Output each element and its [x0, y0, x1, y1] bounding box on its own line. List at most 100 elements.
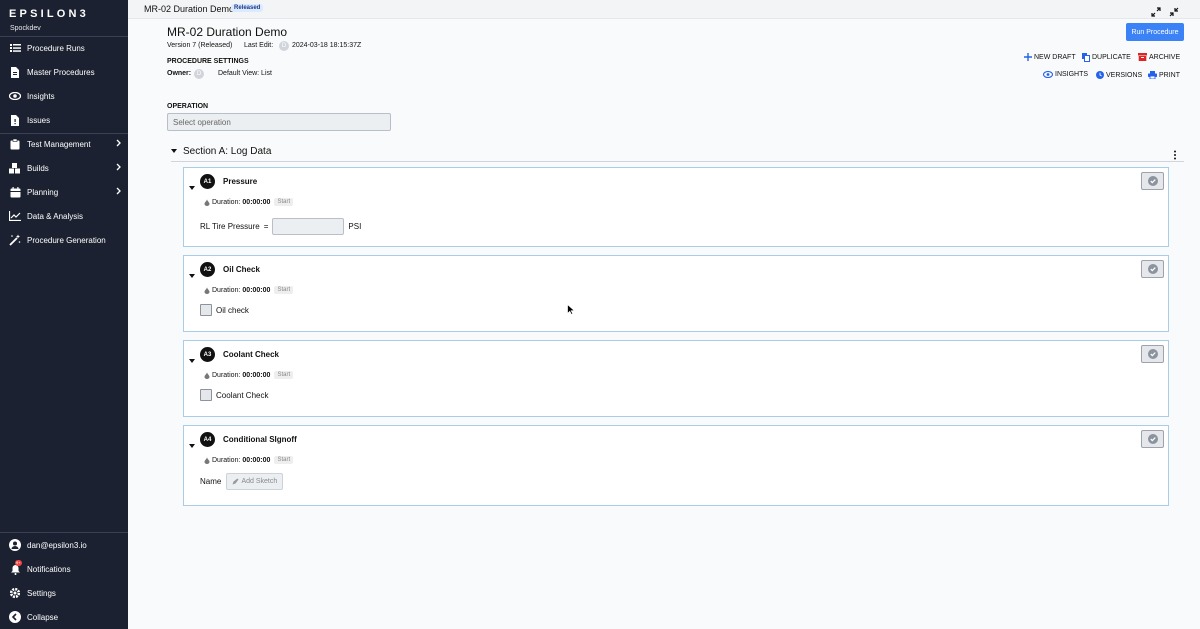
sidebar-item-label: Builds — [27, 163, 49, 173]
step-card-a4: A4 Conditional SIgnoff Duration: 00:00:0… — [183, 425, 1169, 506]
signoff-row: Name Add Sketch — [200, 473, 284, 490]
tire-pressure-input[interactable] — [272, 218, 345, 235]
sidebar-item-procedure-generation[interactable]: Procedure Generation — [0, 228, 128, 252]
add-sketch-button[interactable]: Add Sketch — [226, 473, 284, 490]
field-label: Name — [200, 477, 222, 486]
chevron-left-icon — [9, 611, 21, 623]
versions-button[interactable]: VERSIONS — [1096, 71, 1142, 79]
procedure-settings-heading: PROCEDURE SETTINGS — [167, 58, 249, 65]
logo: EPSILON3 — [9, 8, 90, 20]
caret-down-icon[interactable] — [171, 149, 177, 154]
operation-select[interactable]: Select operation — [167, 113, 391, 131]
collapse-icon[interactable] — [1169, 4, 1179, 17]
mouse-cursor — [567, 302, 576, 320]
timer-icon — [204, 286, 210, 294]
archive-button[interactable]: ARCHIVE — [1138, 53, 1180, 61]
duration-label: Duration: — [212, 456, 241, 464]
avatar[interactable]: D — [194, 69, 204, 79]
user-account[interactable]: dan@epsilon3.io — [0, 533, 128, 557]
complete-step-button[interactable] — [1141, 172, 1164, 190]
timer-icon — [204, 371, 210, 379]
sidebar-item-data-analysis[interactable]: Data & Analysis — [0, 204, 128, 228]
step-card-a2: A2 Oil Check Duration: 00:00:00 Start Oi… — [183, 255, 1169, 332]
copy-icon — [1082, 53, 1090, 62]
duration-row: Duration: 00:00:00 Start — [204, 456, 294, 464]
checkbox-label: Coolant Check — [216, 390, 269, 400]
sidebar-item-planning[interactable]: Planning — [0, 180, 128, 204]
timer-icon — [204, 456, 210, 464]
sidebar-item-insights[interactable]: Insights — [0, 84, 128, 108]
new-draft-label: NEW DRAFT — [1034, 53, 1076, 61]
more-options-icon[interactable] — [1171, 147, 1179, 160]
caret-down-icon[interactable] — [189, 266, 195, 278]
sidebar-item-label: Procedure Runs — [27, 43, 85, 53]
check-circle-icon — [1147, 176, 1158, 186]
checkbox-row[interactable]: Oil check — [200, 304, 249, 316]
duplicate-label: DUPLICATE — [1092, 54, 1131, 61]
step-title: Conditional SIgnoff — [223, 435, 297, 444]
step-number-badge: A3 — [200, 347, 215, 362]
insights-button[interactable]: INSIGHTS — [1043, 71, 1088, 78]
print-label: PRINT — [1159, 71, 1180, 79]
step-title: Coolant Check — [223, 350, 280, 359]
caret-down-icon[interactable] — [189, 178, 195, 190]
user-icon — [9, 539, 21, 551]
complete-step-button[interactable] — [1141, 260, 1164, 278]
start-timer-button[interactable]: Start — [274, 198, 294, 206]
top-bar: MR-02 Duration Demo Released — [128, 0, 1200, 19]
section-header[interactable]: Section A: Log Data — [171, 146, 271, 157]
sidebar-item-notifications[interactable]: 9+ Notifications — [0, 557, 128, 581]
sidebar-item-label: Planning — [27, 187, 59, 197]
collapse-button[interactable]: Collapse — [0, 605, 128, 629]
sidebar: EPSILON3 Spockdev Procedure Runs Master … — [0, 0, 128, 629]
sidebar-item-label: Issues — [27, 115, 51, 125]
duration-row: Duration: 00:00:00 Start — [204, 286, 294, 294]
complete-step-button[interactable] — [1141, 430, 1164, 448]
step-card-a1: A1 Pressure Duration: 00:00:00 Start RL … — [183, 167, 1169, 247]
sidebar-item-test-management[interactable]: Test Management — [0, 132, 128, 156]
sidebar-item-issues[interactable]: Issues — [0, 108, 128, 132]
eye-icon — [9, 90, 21, 102]
timer-icon — [204, 198, 210, 206]
coolant-check-checkbox[interactable] — [200, 389, 212, 401]
procedure-tab-title: MR-02 Duration Demo — [144, 4, 235, 14]
oil-check-checkbox[interactable] — [200, 304, 212, 316]
insights-label: INSIGHTS — [1055, 71, 1089, 78]
archive-label: ARCHIVE — [1149, 53, 1181, 61]
print-button[interactable]: PRINT — [1148, 71, 1180, 79]
user-email: dan@epsilon3.io — [27, 540, 87, 550]
sidebar-item-procedure-runs[interactable]: Procedure Runs — [0, 36, 128, 60]
chevron-right-icon — [116, 187, 121, 197]
add-sketch-label: Add Sketch — [241, 478, 278, 485]
start-timer-button[interactable]: Start — [274, 371, 294, 379]
new-draft-button[interactable]: NEW DRAFT — [1024, 53, 1076, 61]
caret-down-icon[interactable] — [189, 436, 195, 448]
step-title: Oil Check — [223, 265, 260, 274]
eye-icon — [1043, 71, 1053, 78]
start-timer-button[interactable]: Start — [274, 286, 294, 294]
sidebar-item-settings[interactable]: Settings — [0, 581, 128, 605]
owner-label: Owner: — [167, 70, 192, 77]
duplicate-button[interactable]: DUPLICATE — [1082, 53, 1131, 62]
sidebar-item-label: Procedure Generation — [27, 235, 106, 245]
complete-step-button[interactable] — [1141, 345, 1164, 363]
version-label: Version 7 (Released) — [167, 42, 233, 49]
step-card-a3: A3 Coolant Check Duration: 00:00:00 Star… — [183, 340, 1169, 417]
status-badge: Released — [231, 4, 264, 12]
run-procedure-button[interactable]: Run Procedure — [1126, 23, 1184, 41]
sidebar-item-master-procedures[interactable]: Master Procedures — [0, 60, 128, 84]
duration-row: Duration: 00:00:00 Start — [204, 198, 294, 206]
expand-icon[interactable] — [1151, 4, 1161, 17]
sidebar-item-builds[interactable]: Builds — [0, 156, 128, 180]
duration-label: Duration: — [212, 286, 241, 294]
step-title: Pressure — [223, 177, 258, 186]
checkbox-row[interactable]: Coolant Check — [200, 389, 268, 401]
caret-down-icon[interactable] — [189, 351, 195, 363]
start-timer-button[interactable]: Start — [274, 456, 294, 464]
notification-count-badge: 9+ — [15, 560, 22, 566]
calendar-icon — [9, 186, 21, 198]
list-icon — [9, 42, 21, 54]
sidebar-item-label: Test Management — [27, 139, 91, 149]
step-number-badge: A4 — [200, 432, 215, 447]
page-title: MR-02 Duration Demo — [167, 25, 288, 39]
